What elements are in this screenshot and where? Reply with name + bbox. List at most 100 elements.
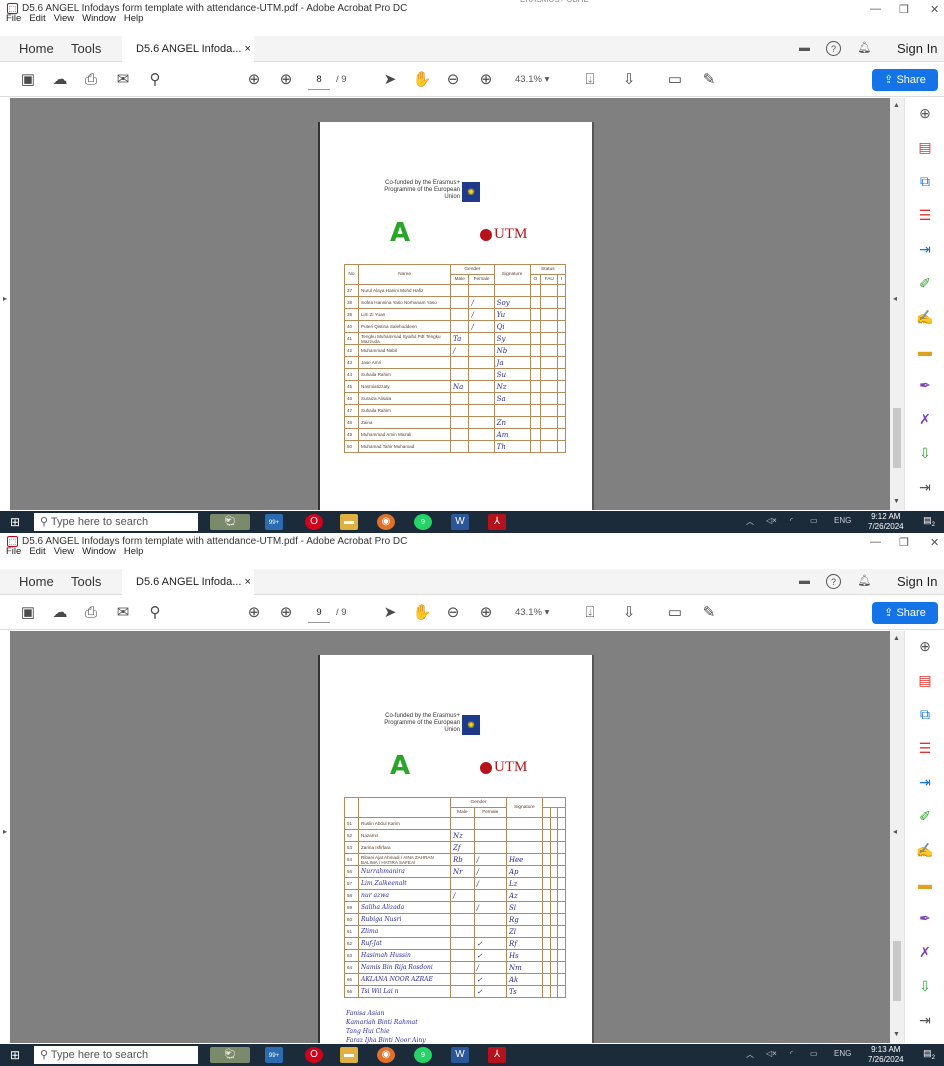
create-pdf-icon[interactable]: ▤	[915, 138, 935, 156]
comment-tool-icon[interactable]: ▭	[665, 70, 685, 90]
zoom-select[interactable]: 43.1% ▾	[515, 607, 549, 618]
menu-item[interactable]: Window	[82, 13, 116, 24]
firefox-icon[interactable]: ◉	[377, 514, 395, 530]
taskbar-widget-icon[interactable]: 🐑︎	[210, 514, 250, 530]
expand-left-panel-icon[interactable]: ▸	[3, 294, 7, 303]
hand-tool-icon[interactable]: ✋	[412, 70, 432, 90]
tray-chevron-icon[interactable]: ︿	[746, 516, 754, 527]
send-signature-icon[interactable]: ✗	[915, 943, 935, 961]
menu-item[interactable]: View	[54, 13, 74, 24]
acrobat-icon[interactable]: ⅄	[488, 514, 506, 530]
tab-home[interactable]: Home	[19, 41, 54, 56]
export-pdf-icon[interactable]: ⇥	[915, 773, 935, 791]
whatsapp-icon[interactable]: 9	[414, 514, 432, 530]
mail-app-icon[interactable]: 99+	[265, 514, 283, 530]
close-tab-icon[interactable]: ×	[244, 576, 250, 588]
prev-page-icon[interactable]: ⊕	[244, 70, 264, 90]
zoom-in-icon[interactable]: ⊕	[476, 70, 496, 90]
select-tool-icon[interactable]: ➤	[380, 603, 400, 623]
vertical-scrollbar[interactable]: ▲ ▼	[890, 98, 904, 510]
save-icon[interactable]: ▣	[18, 70, 38, 90]
scroll-down-icon[interactable]: ▼	[893, 498, 900, 505]
menu-item[interactable]: View	[54, 546, 74, 557]
taskbar-search[interactable]: ⚲ Type here to search	[34, 513, 198, 531]
comment-panel-icon[interactable]: ▬	[915, 342, 935, 360]
draw-pen-icon[interactable]: ✎	[699, 70, 719, 90]
expand-panel-icon[interactable]: ⇥	[915, 1011, 935, 1029]
scroll-down-icon[interactable]: ▼	[893, 1031, 900, 1038]
send-signature-icon[interactable]: ✗	[915, 410, 935, 428]
notification-center-icon[interactable]: ▤2	[922, 1048, 936, 1062]
expand-panel-icon[interactable]: ⇥	[915, 478, 935, 496]
combine-files-icon[interactable]: ⧉	[915, 705, 935, 723]
print-icon[interactable]: ⎙	[81, 603, 101, 623]
file-explorer-icon[interactable]: ▬	[340, 1047, 358, 1063]
volume-icon[interactable]: ◁×	[766, 1049, 777, 1058]
edit-pdf-icon[interactable]: ✐	[915, 274, 935, 292]
search-icon[interactable]: ⚲	[145, 603, 165, 623]
word-icon[interactable]: W	[451, 1047, 469, 1063]
zoom-panel-icon[interactable]: ⊕	[915, 104, 935, 122]
upload-cloud-icon[interactable]: ☁	[50, 603, 70, 623]
tab-home[interactable]: Home	[19, 574, 54, 589]
fill-sign-icon[interactable]: ✒	[915, 376, 935, 394]
share-button[interactable]: ⇪ Share	[872, 69, 938, 91]
windows-start-icon[interactable]: ⊞	[10, 515, 24, 529]
volume-icon[interactable]: ◁×	[766, 516, 777, 525]
tab-document[interactable]: D5.6 ANGEL Infoda... ×	[122, 36, 254, 62]
battery-icon[interactable]: ▭	[810, 1049, 818, 1058]
tray-chevron-icon[interactable]: ︿	[746, 1049, 754, 1060]
menu-item[interactable]: Help	[124, 13, 144, 24]
menu-item[interactable]: File	[6, 546, 21, 557]
notification-center-icon[interactable]: ▤2	[922, 515, 936, 529]
scroll-up-icon[interactable]: ▲	[893, 102, 900, 109]
mail-icon[interactable]: ✉	[113, 603, 133, 623]
fit-page-icon[interactable]: ⍗	[580, 603, 600, 623]
prev-page-icon[interactable]: ⊕	[244, 603, 264, 623]
opera-icon[interactable]: O	[305, 1047, 323, 1063]
help-icon[interactable]: ?	[826, 574, 841, 589]
menu-item[interactable]: Edit	[29, 13, 45, 24]
next-page-icon[interactable]: ⊕	[276, 70, 296, 90]
combine-files-icon[interactable]: ⧉	[915, 172, 935, 190]
clock[interactable]: 9:12 AM 7/26/2024	[868, 512, 904, 532]
taskbar-widget-icon[interactable]: 🐑︎	[210, 1047, 250, 1063]
notification-bell-icon[interactable]: 🔔︎	[857, 41, 872, 56]
collapse-right-panel-icon[interactable]: ◂	[893, 294, 897, 303]
tab-tools[interactable]: Tools	[71, 574, 101, 589]
tab-document[interactable]: D5.6 ANGEL Infoda... ×	[122, 569, 254, 595]
organize-pages-icon[interactable]: ☰	[915, 739, 935, 757]
wifi-icon[interactable]: ◜	[790, 1049, 793, 1058]
page-number-input[interactable]: 9	[308, 603, 330, 623]
print-icon[interactable]: ⎙	[81, 70, 101, 90]
acrobat-icon[interactable]: ⅄	[488, 1047, 506, 1063]
close-tab-icon[interactable]: ×	[244, 43, 250, 55]
fit-page-icon[interactable]: ⍗	[580, 70, 600, 90]
more-tools-icon[interactable]: ⇩	[915, 444, 935, 462]
battery-icon[interactable]: ▭	[810, 516, 818, 525]
sign-in-link[interactable]: Sign In	[897, 41, 937, 56]
comment-tool-icon[interactable]: ▭	[665, 603, 685, 623]
select-tool-icon[interactable]: ➤	[380, 70, 400, 90]
hand-tool-icon[interactable]: ✋	[412, 603, 432, 623]
zoom-in-icon[interactable]: ⊕	[476, 603, 496, 623]
notification-bell-icon[interactable]: 🔔︎	[857, 574, 872, 589]
menu-item[interactable]: Window	[82, 546, 116, 557]
comment-panel-icon[interactable]: ▬	[915, 875, 935, 893]
create-pdf-icon[interactable]: ▤	[915, 671, 935, 689]
whatsapp-icon[interactable]: 9	[414, 1047, 432, 1063]
opera-icon[interactable]: O	[305, 514, 323, 530]
menu-item[interactable]: File	[6, 13, 21, 24]
word-icon[interactable]: W	[451, 514, 469, 530]
scroll-up-icon[interactable]: ▲	[893, 635, 900, 642]
upload-cloud-icon[interactable]: ☁	[50, 70, 70, 90]
firefox-icon[interactable]: ◉	[377, 1047, 395, 1063]
search-icon[interactable]: ⚲	[145, 70, 165, 90]
export-pdf-icon[interactable]: ⇥	[915, 240, 935, 258]
zoom-panel-icon[interactable]: ⊕	[915, 637, 935, 655]
language-indicator[interactable]: ENG	[834, 516, 851, 525]
request-signature-icon[interactable]: ✍	[915, 841, 935, 859]
scroll-mode-icon[interactable]: ⇩	[619, 603, 639, 623]
menu-item[interactable]: Help	[124, 546, 144, 557]
more-tools-icon[interactable]: ⇩	[915, 977, 935, 995]
